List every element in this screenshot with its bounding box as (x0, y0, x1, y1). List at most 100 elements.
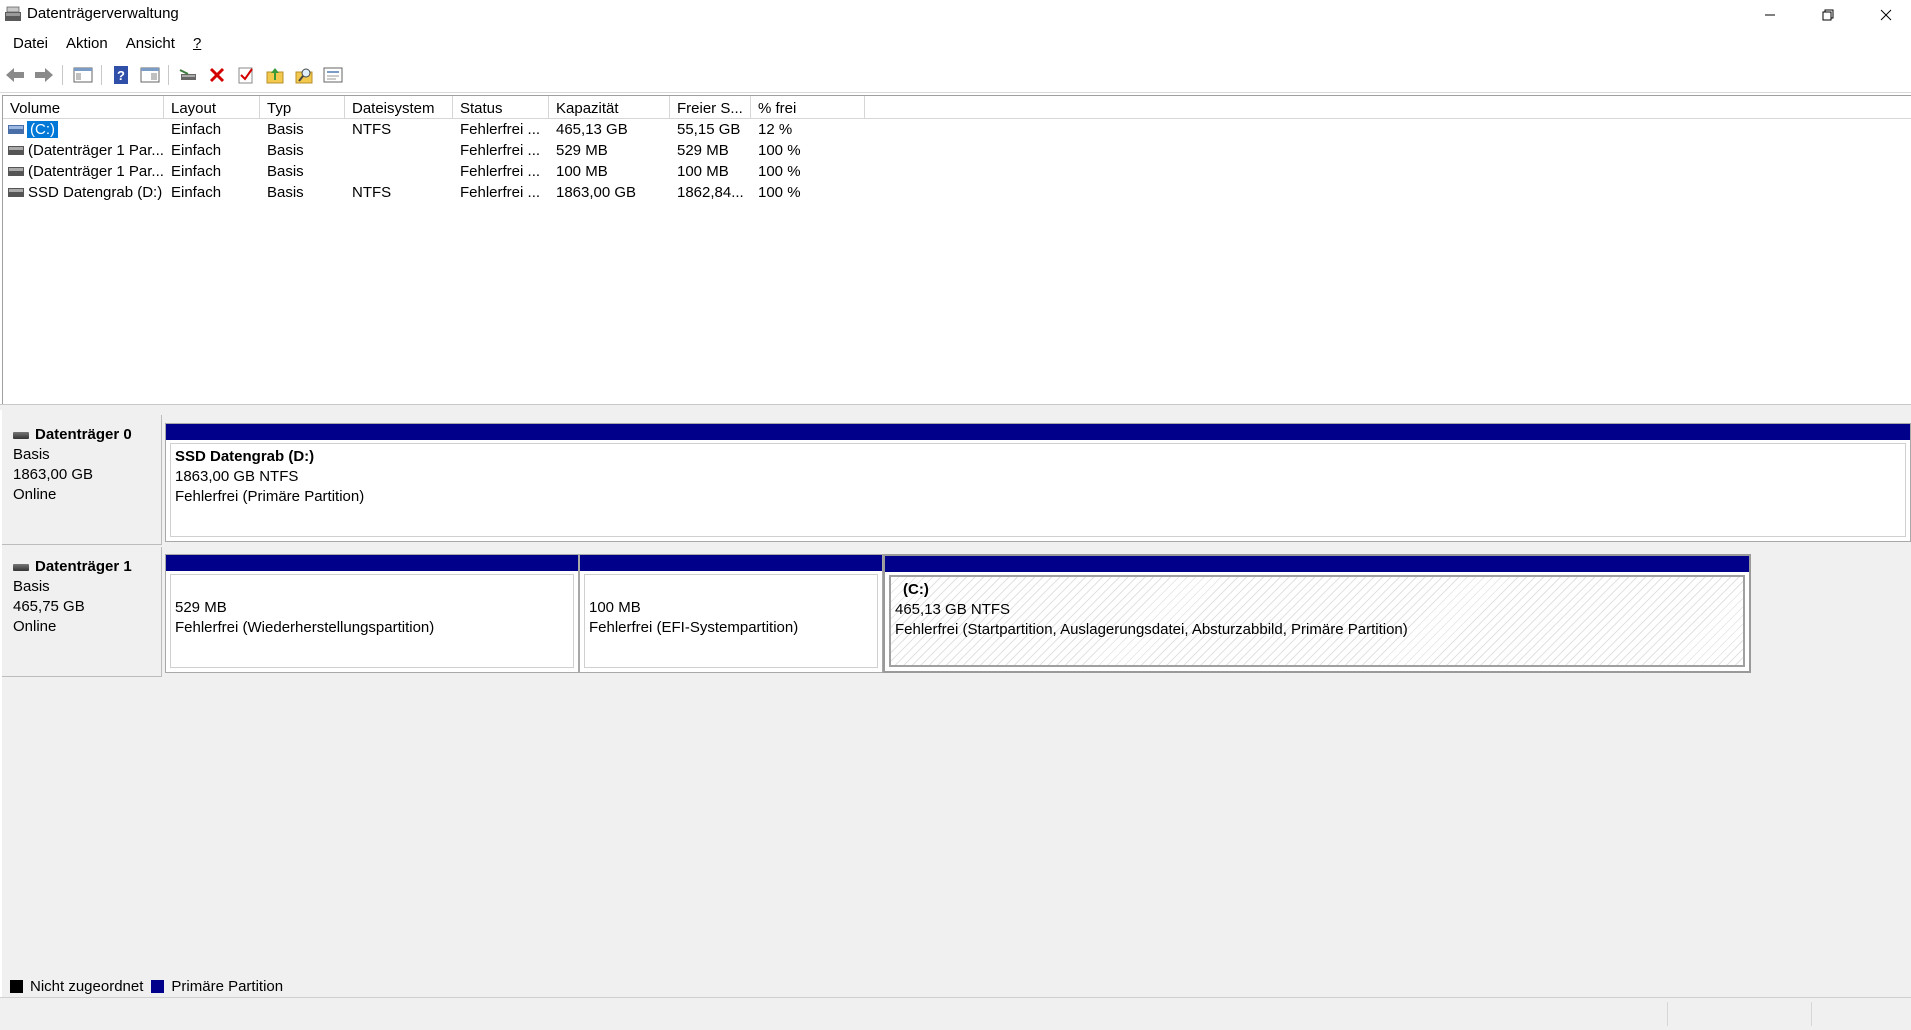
volume-disk-icon (8, 188, 24, 197)
column-volume[interactable]: Volume (3, 96, 164, 119)
volume-layout: Einfach (171, 184, 222, 201)
column-typ[interactable]: Typ (260, 96, 345, 119)
table-row[interactable]: (Datenträger 1 Par... Einfach Basis Fehl… (3, 141, 1911, 162)
partition-bar (166, 424, 1910, 440)
column-freier-speicher[interactable]: Freier S... (670, 96, 751, 119)
menu-aktion[interactable]: Aktion (57, 35, 117, 52)
disk-icon (13, 431, 29, 439)
status-bar (0, 997, 1911, 1030)
partition-body: SSD Datengrab (D:) 1863,00 GB NTFS Fehle… (170, 443, 1906, 537)
connect-button[interactable] (177, 64, 199, 86)
volume-free: 100 MB (677, 163, 729, 180)
help-button[interactable]: ? (110, 64, 132, 86)
minimize-button[interactable] (1741, 0, 1799, 29)
volume-status: Fehlerfrei ... (460, 163, 541, 180)
disk-name: Datenträger 1 (35, 558, 132, 575)
properties-icon (140, 67, 160, 83)
volume-status: Fehlerfrei ... (460, 142, 541, 159)
search-folder-button[interactable] (293, 64, 315, 86)
partition-status: Fehlerfrei (Startpartition, Auslagerungs… (895, 621, 1408, 638)
volume-name: (Datenträger 1 Par... (28, 163, 163, 180)
volume-pct-free: 100 % (758, 142, 801, 159)
volume-layout: Einfach (171, 121, 222, 138)
disk-1-label[interactable]: Datenträger 1 Basis 465,75 GB Online (2, 547, 162, 677)
toolbar: ? (0, 57, 1911, 93)
restore-icon (1822, 9, 1834, 20)
volume-capacity: 100 MB (556, 163, 608, 180)
column-dateisystem[interactable]: Dateisystem (345, 96, 453, 119)
close-button[interactable] (1857, 0, 1911, 29)
connect-icon (179, 69, 196, 80)
forward-button[interactable] (33, 64, 55, 86)
partition-title: SSD Datengrab (D:) (175, 448, 315, 465)
volume-type: Basis (267, 184, 304, 201)
up-folder-icon (266, 68, 284, 84)
table-row[interactable]: (C:) Einfach Basis NTFS Fehlerfrei ... 4… (3, 120, 1911, 141)
menu-bar: Datei Aktion Ansicht ? (0, 29, 1911, 57)
volume-fs: NTFS (352, 184, 392, 201)
volume-layout: Einfach (171, 142, 222, 159)
delete-button[interactable] (206, 64, 228, 86)
back-icon (6, 68, 24, 82)
partition-c[interactable]: (C:) 465,13 GB NTFS Fehlerfrei (Startpar… (883, 554, 1751, 673)
restore-button[interactable] (1799, 0, 1857, 29)
volume-fs: NTFS (352, 121, 392, 138)
volume-status: Fehlerfrei ... (460, 184, 541, 201)
partition-size: 100 MB (589, 599, 641, 616)
disk-0-label[interactable]: Datenträger 0 Basis 1863,00 GB Online (2, 415, 162, 545)
column-prozent-frei[interactable]: % frei (751, 96, 865, 119)
menu-help[interactable]: ? (184, 35, 210, 52)
legend-swatch-black (10, 979, 23, 993)
partition-body: 529 MB Fehlerfrei (Wiederherstellungspar… (170, 574, 574, 668)
forward-icon (35, 68, 53, 82)
volume-list: Volume Layout Typ Dateisystem Status Kap… (2, 95, 1911, 404)
window-title: Datenträgerverwaltung (27, 5, 179, 22)
console-tree-button[interactable] (72, 64, 94, 86)
partition-size: 1863,00 GB NTFS (175, 468, 299, 485)
partition-recovery[interactable]: 529 MB Fehlerfrei (Wiederherstellungspar… (165, 554, 579, 673)
volume-capacity: 1863,00 GB (556, 184, 637, 201)
partition-d[interactable]: SSD Datengrab (D:) 1863,00 GB NTFS Fehle… (165, 423, 1911, 542)
partition-size: 465,13 GB NTFS (895, 601, 1011, 618)
settings-list-button[interactable] (322, 64, 344, 86)
volume-type: Basis (267, 121, 304, 138)
partition-body: 100 MB Fehlerfrei (EFI-Systempartition) (584, 574, 878, 668)
table-row[interactable]: SSD Datengrab (D:) Einfach Basis NTFS Fe… (3, 183, 1911, 204)
column-kapazitaet[interactable]: Kapazität (549, 96, 670, 119)
partition-bar (885, 556, 1749, 572)
legend-primary: Primäre Partition (151, 978, 283, 995)
partition-status: Fehlerfrei (EFI-Systempartition) (589, 619, 799, 636)
console-tree-icon (73, 67, 93, 83)
partition-bar (166, 555, 578, 571)
disk-type: Basis (13, 578, 50, 595)
column-layout[interactable]: Layout (164, 96, 260, 119)
up-folder-button[interactable] (264, 64, 286, 86)
column-status[interactable]: Status (453, 96, 549, 119)
properties-button[interactable] (139, 64, 161, 86)
volume-type: Basis (267, 142, 304, 159)
delete-icon (209, 67, 225, 83)
partition-title: (C:) (903, 581, 929, 598)
volume-name: SSD Datengrab (D:) (28, 184, 163, 201)
disk-name: Datenträger 0 (35, 426, 132, 443)
disk-state: Online (13, 618, 57, 635)
volume-capacity: 465,13 GB (556, 121, 628, 138)
legend-swatch-blue (151, 979, 165, 993)
minimize-icon (1765, 14, 1775, 15)
disk-state: Online (13, 486, 57, 503)
table-row[interactable]: (Datenträger 1 Par... Einfach Basis Fehl… (3, 162, 1911, 183)
volume-free: 529 MB (677, 142, 729, 159)
check-button[interactable] (235, 64, 257, 86)
settings-list-icon (323, 67, 343, 83)
title-bar: Datenträgerverwaltung (0, 0, 1911, 29)
legend-label: Nicht zugeordnet (30, 977, 144, 995)
partition-status: Fehlerfrei (Primäre Partition) (175, 488, 365, 505)
back-button[interactable] (4, 64, 26, 86)
legend-label: Primäre Partition (171, 977, 284, 995)
volume-type: Basis (267, 163, 304, 180)
volume-disk-icon (8, 125, 24, 134)
menu-ansicht[interactable]: Ansicht (117, 35, 184, 52)
check-icon (238, 67, 253, 84)
partition-efi[interactable]: 100 MB Fehlerfrei (EFI-Systempartition) (579, 554, 883, 673)
menu-datei[interactable]: Datei (4, 35, 57, 52)
